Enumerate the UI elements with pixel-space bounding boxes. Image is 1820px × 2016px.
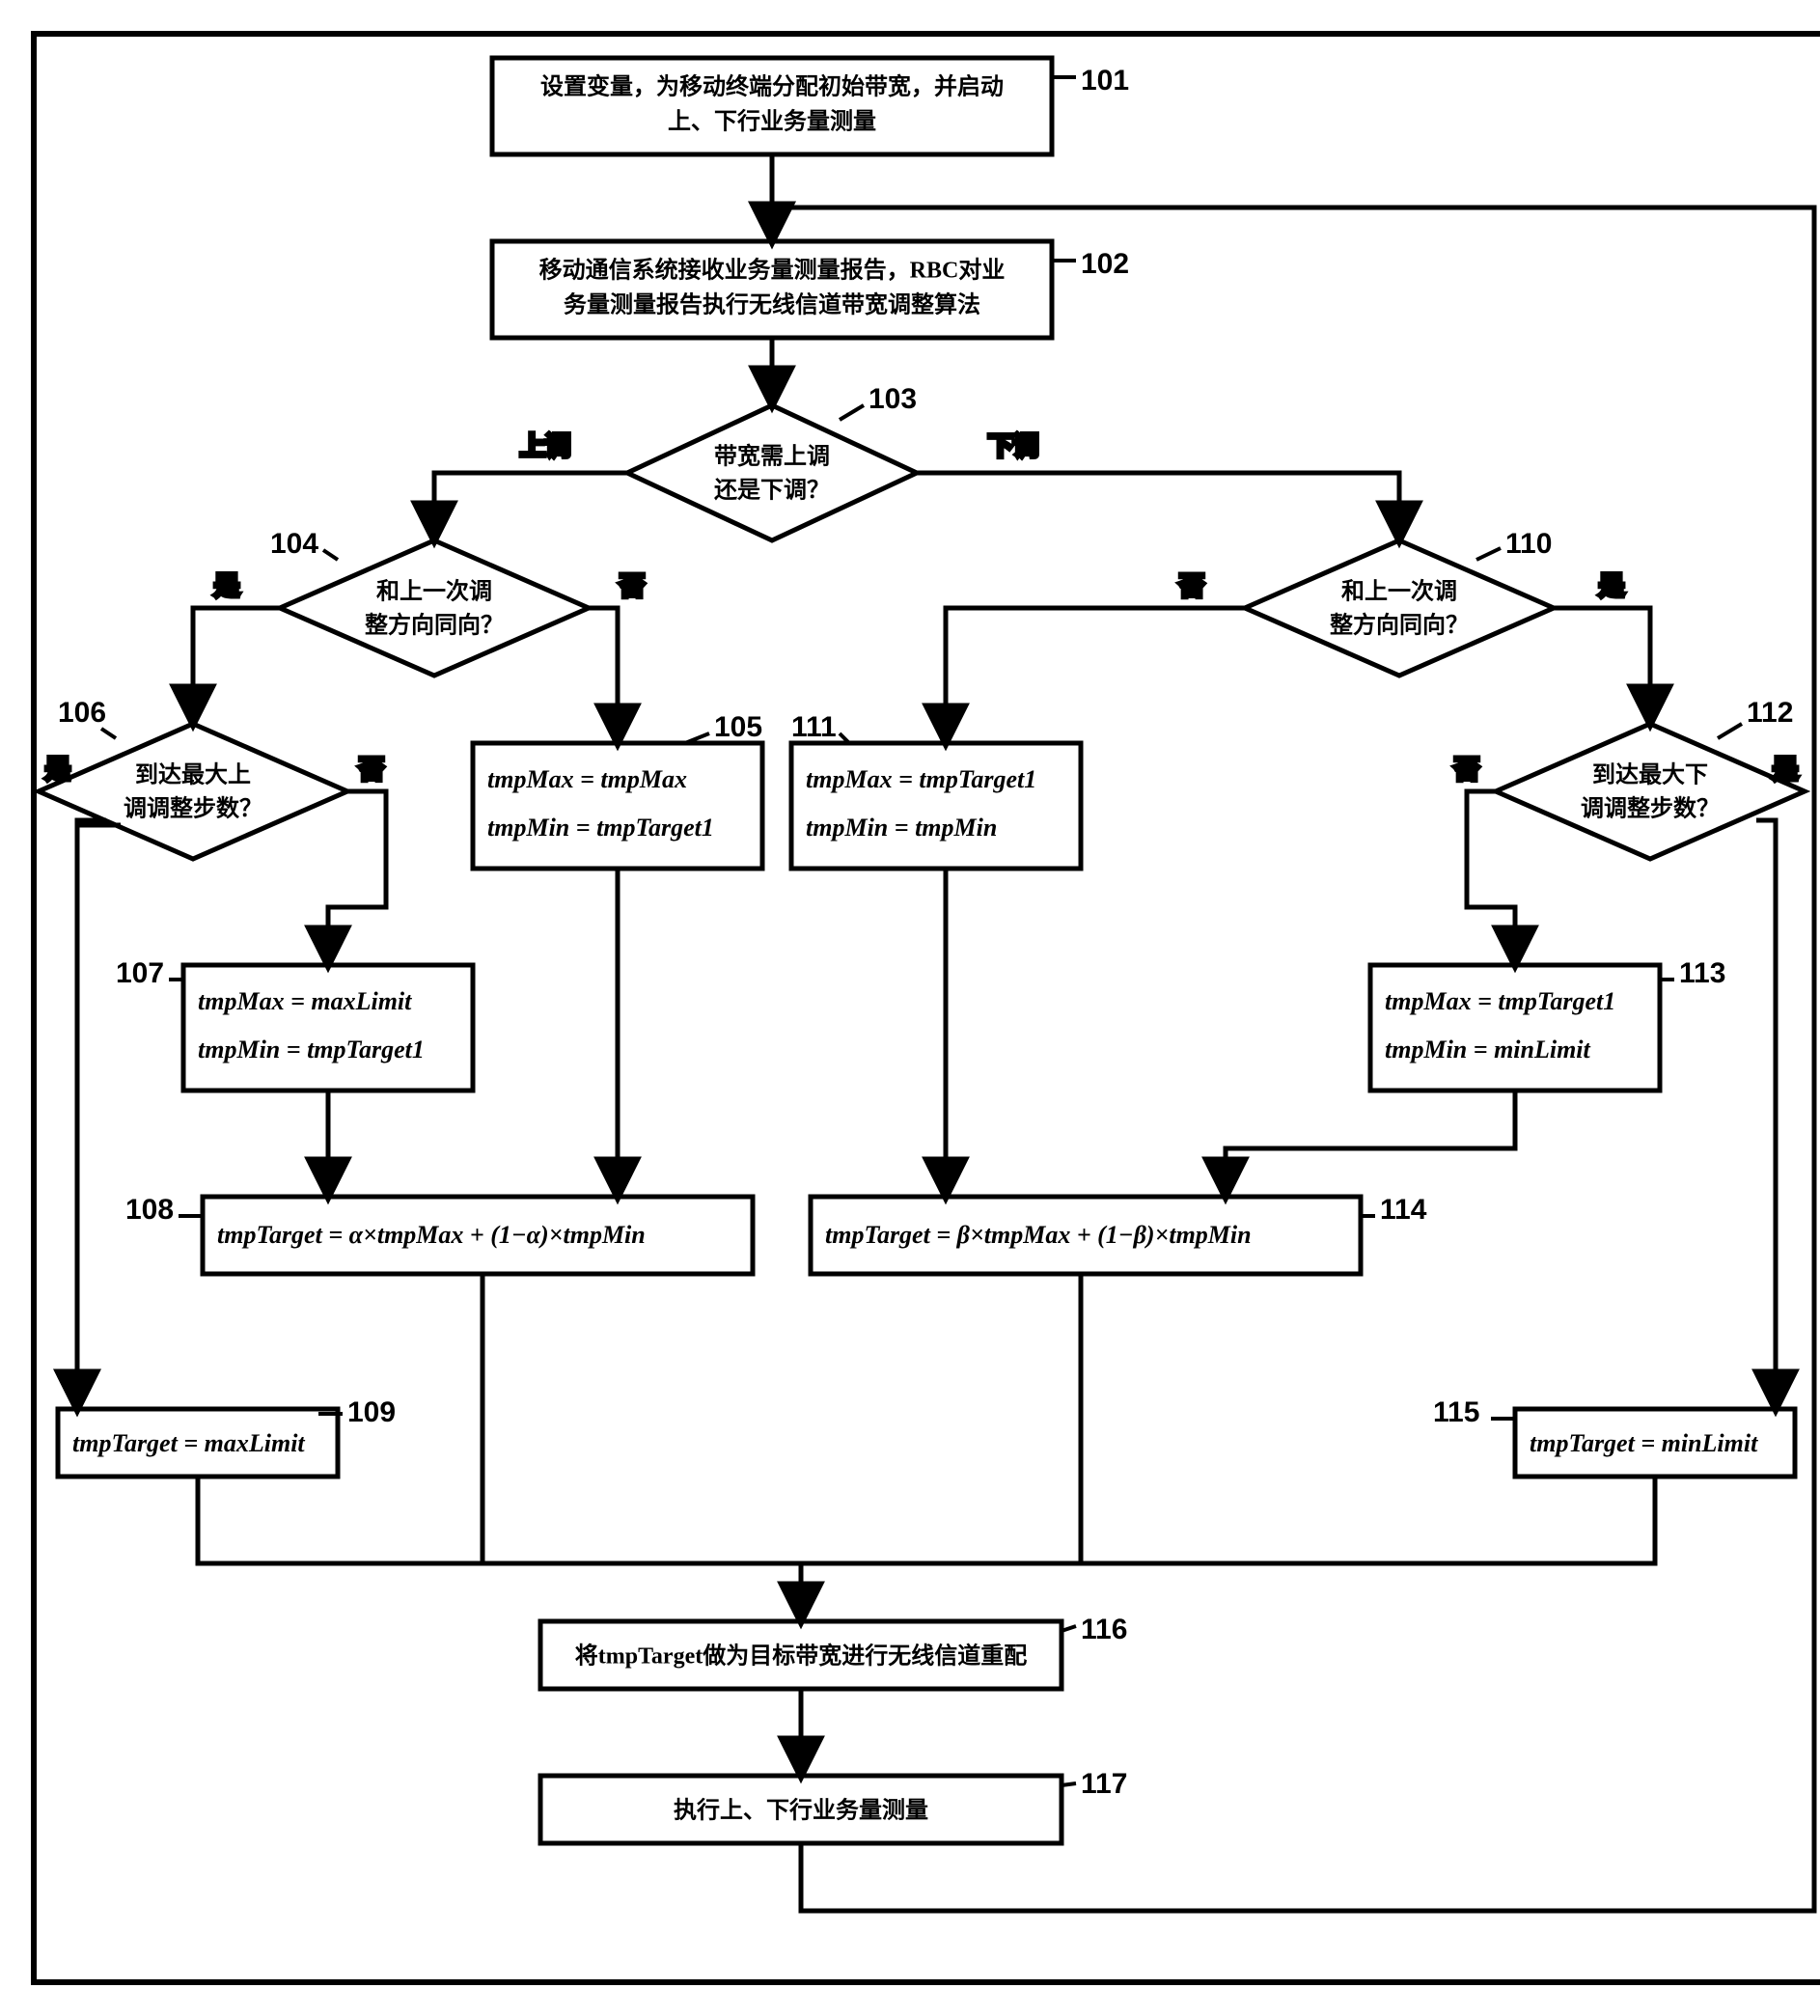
n105-line2: tmpMin = tmpTarget1 [487, 814, 714, 842]
l104-no: 否 [620, 572, 645, 600]
n111-line2: tmpMin = tmpMin [806, 814, 997, 842]
n111-line1: tmpMax = tmpTarget1 [806, 765, 1036, 793]
n113-line2: tmpMin = minLimit [1385, 1036, 1591, 1063]
n105-line1: tmpMax = tmpMax [487, 765, 687, 793]
n102-num: 102 [1081, 248, 1129, 280]
n113-line1: tmpMax = tmpTarget1 [1385, 987, 1615, 1015]
n112-line2: 调调整步数？ [1581, 796, 1720, 822]
node-104: 和上一次调 整方向同向？ 104 [270, 528, 589, 676]
node-110: 和上一次调 整方向同向？ 110 [1245, 528, 1554, 676]
node-101: 设置变量，为移动终端分配初始带宽，并启动 上、下行业务量测量 101 [492, 58, 1129, 154]
n109-num: 109 [347, 1396, 396, 1428]
node-117: 执行上、下行业务量测量 117 [540, 1768, 1127, 1843]
n106-line2: 调调整步数？ [124, 796, 262, 822]
node-113: tmpMax = tmpTarget1 tmpMin = minLimit 11… [1370, 957, 1725, 1091]
l106-yes: 是 [45, 756, 70, 784]
l104-yes: 是 [214, 572, 239, 600]
node-111: tmpMax = tmpTarget1 tmpMin = tmpMin 111 [791, 711, 1081, 869]
n116-num: 116 [1081, 1614, 1127, 1645]
n110-num: 110 [1505, 528, 1552, 560]
n106-line1: 到达最大上 [135, 762, 251, 788]
n115-num: 115 [1433, 1396, 1479, 1428]
flowchart-svg: 设置变量，为移动终端分配初始带宽，并启动 上、下行业务量测量 101 移动通信系… [19, 19, 1820, 1997]
n112-line1: 到达最大下 [1592, 762, 1708, 788]
n104-num: 104 [270, 528, 318, 560]
label-up: 上调 [520, 432, 570, 460]
n107-line1: tmpMax = maxLimit [198, 987, 412, 1015]
n106-num: 106 [58, 697, 106, 729]
n101-num: 101 [1081, 65, 1129, 97]
n103-num: 103 [869, 383, 917, 415]
n110-line1: 和上一次调 [1341, 579, 1457, 605]
n103-line2: 还是下调？ [714, 478, 830, 504]
n114-num: 114 [1380, 1194, 1427, 1226]
l112-no: 否 [1454, 756, 1479, 784]
n104-line1: 和上一次调 [376, 579, 492, 605]
n102-line1: 移动通信系统接收业务量测量报告，RBC对业 [539, 257, 1006, 284]
n117-line1: 执行上、下行业务量测量 [674, 1797, 928, 1824]
n107-line2: tmpMin = tmpTarget1 [198, 1036, 425, 1063]
node-109: tmpTarget = maxLimit 109 [58, 1396, 396, 1477]
n108-line1: tmpTarget = α×tmpMax + (1−α)×tmpMin [217, 1221, 646, 1249]
n109-line1: tmpTarget = maxLimit [72, 1429, 305, 1457]
node-115: tmpTarget = minLimit 115 [1433, 1396, 1795, 1477]
node-107: tmpMax = maxLimit tmpMin = tmpTarget1 10… [116, 957, 473, 1091]
node-116: 将tmpTarget做为目标带宽进行无线信道重配 116 [540, 1614, 1127, 1689]
l110-yes: 是 [1599, 572, 1624, 600]
n110-line2: 整方向同向？ [1330, 612, 1469, 639]
n117-num: 117 [1081, 1768, 1127, 1800]
n107-num: 107 [116, 957, 164, 989]
n113-num: 113 [1679, 957, 1725, 989]
label-down: 下调 [988, 432, 1038, 460]
l112-yes: 是 [1773, 756, 1798, 784]
n115-line1: tmpTarget = minLimit [1530, 1429, 1758, 1457]
n102-line2: 务量测量报告执行无线信道带宽调整算法 [564, 291, 980, 318]
n112-num: 112 [1747, 697, 1793, 729]
n105-num: 105 [714, 711, 762, 743]
n111-num: 111 [791, 711, 837, 743]
n114-line1: tmpTarget = β×tmpMax + (1−β)×tmpMin [825, 1221, 1252, 1249]
node-108: tmpTarget = α×tmpMax + (1−α)×tmpMin 108 [125, 1194, 753, 1274]
node-114: tmpTarget = β×tmpMax + (1−β)×tmpMin 114 [811, 1194, 1427, 1274]
node-103: 带宽需上调 还是下调？ 103 [627, 383, 917, 540]
n101-line2: 上、下行业务量测量 [668, 108, 876, 135]
n116-line1: 将tmpTarget做为目标带宽进行无线信道重配 [575, 1643, 1027, 1670]
l106-no: 否 [359, 756, 384, 784]
node-102: 移动通信系统接收业务量测量报告，RBC对业 务量测量报告执行无线信道带宽调整算法… [492, 241, 1129, 338]
l110-no: 否 [1179, 572, 1204, 600]
n108-num: 108 [125, 1194, 174, 1226]
n101-line1: 设置变量，为移动终端分配初始带宽，并启动 [540, 73, 1004, 100]
n103-line1: 带宽需上调 [714, 443, 830, 470]
n104-line2: 整方向同向？ [365, 612, 504, 639]
